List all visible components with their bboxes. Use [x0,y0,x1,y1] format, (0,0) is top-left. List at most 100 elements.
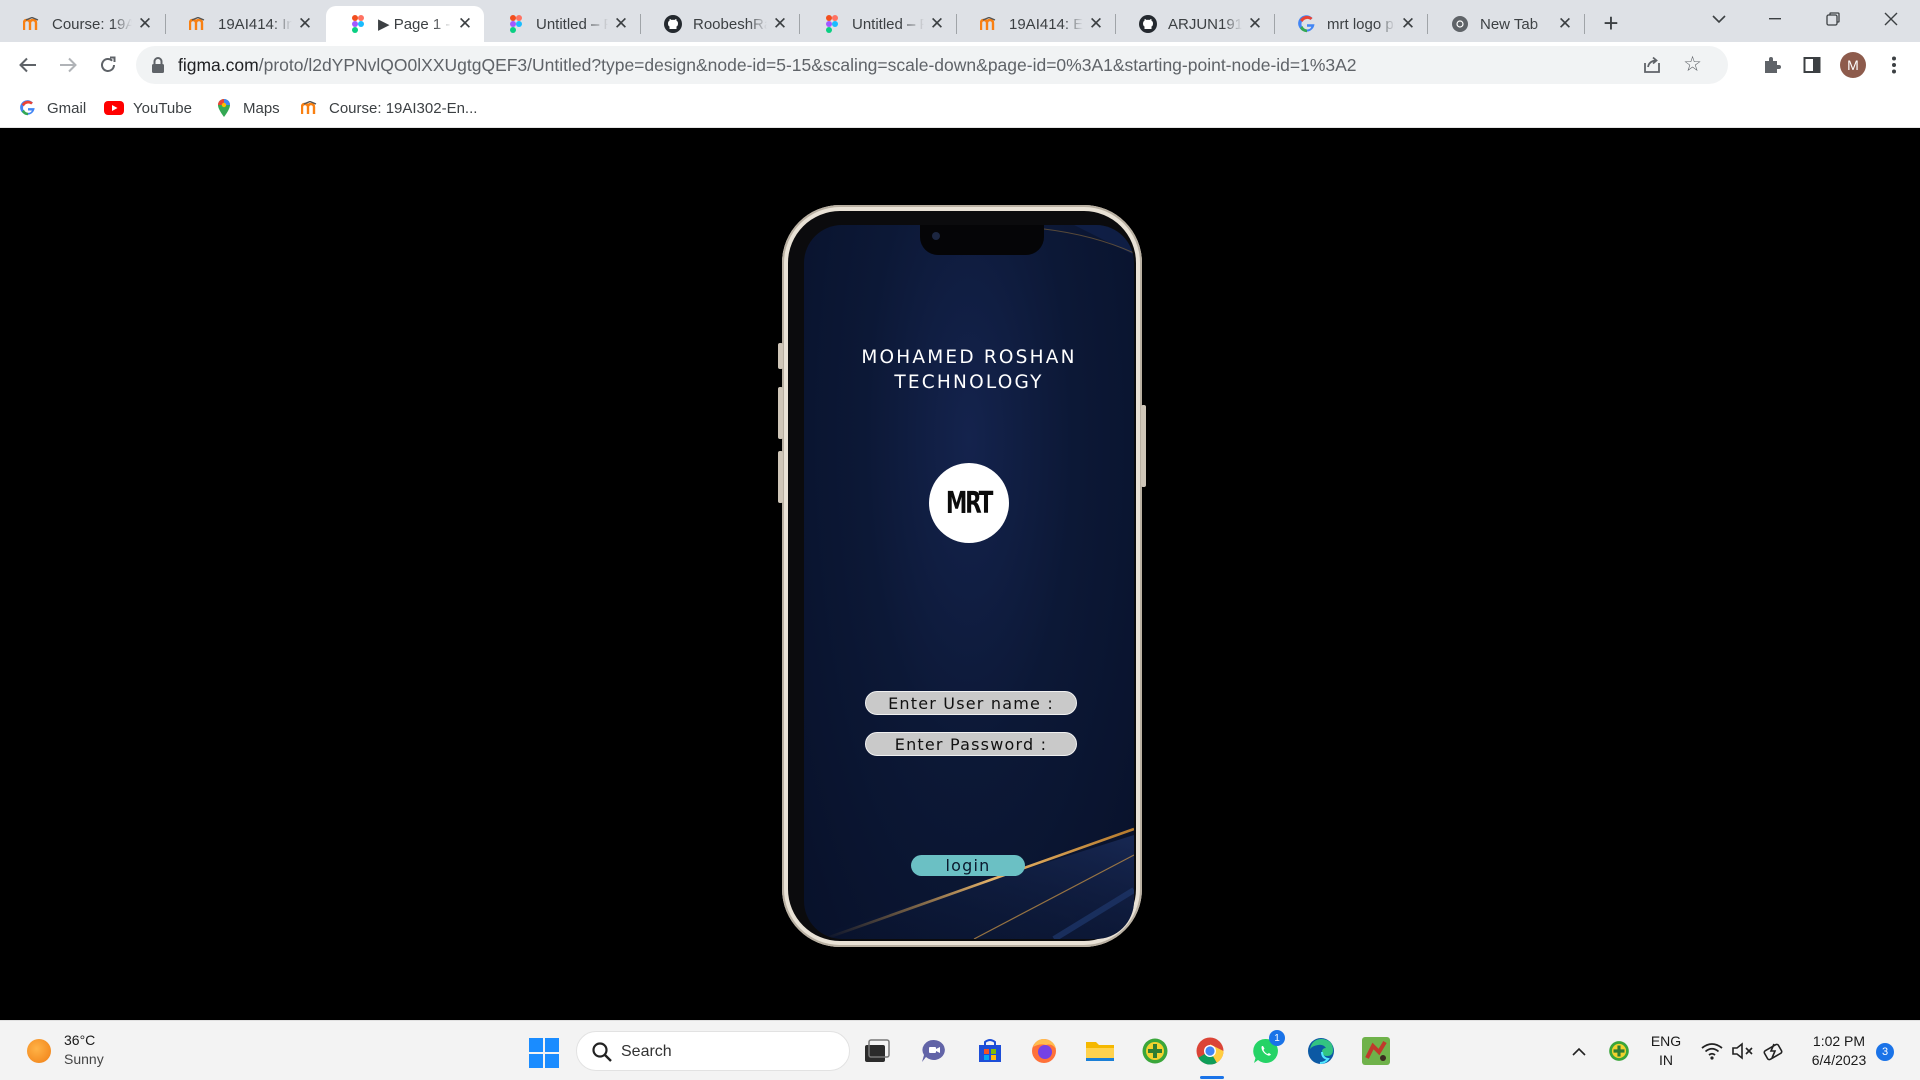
bookmark-maps[interactable]: Maps [214,96,280,120]
edge-icon[interactable] [1304,1034,1338,1068]
bookmarks-bar: Gmail YouTube Maps Course: 19AI302-En... [0,88,1920,128]
tab-strip: Course: 19AI302-English ✕ 19AI414: Intro… [0,0,1920,42]
app-green-plus-icon[interactable] [1138,1034,1172,1068]
close-icon[interactable]: ✕ [296,14,314,33]
prototype-viewport: MOHAMED ROSHAN TECHNOLOGY MRT Enter User… [0,128,1920,1020]
tab-github-roobesh[interactable]: RoobeshRajan ✕ [641,6,799,42]
phone-volume-down [778,451,783,503]
moodle-icon [188,14,208,34]
login-button[interactable]: login [911,855,1025,876]
bookmark-youtube[interactable]: YouTube [104,96,192,120]
menu-kebab-icon[interactable] [1880,51,1908,79]
bookmark-course[interactable]: Course: 19AI302-En... [300,96,477,120]
close-icon[interactable]: ✕ [1087,14,1105,33]
file-explorer-icon[interactable] [1083,1034,1117,1068]
close-icon[interactable]: ✕ [136,14,154,33]
brand-line-2: TECHNOLOGY [894,372,1044,393]
firefox-icon[interactable] [1027,1034,1061,1068]
chrome-taskbar-icon[interactable] [1193,1034,1227,1068]
clock[interactable]: 1:02 PM 6/4/2023 [1798,1032,1880,1070]
wifi-icon[interactable] [1695,1034,1729,1068]
notification-badge[interactable]: 3 [1876,1043,1894,1061]
login-screen: MOHAMED ROSHAN TECHNOLOGY MRT Enter User… [804,225,1134,939]
language-bottom: IN [1659,1052,1673,1068]
phone-bezel: MOHAMED ROSHAN TECHNOLOGY MRT Enter User… [788,211,1136,941]
share-icon[interactable] [1642,55,1662,75]
chrome-icon [1450,14,1470,34]
close-icon[interactable]: ✕ [1246,14,1264,33]
bookmark-star-icon[interactable]: ☆ [1683,52,1702,77]
reload-button[interactable] [92,49,124,81]
search-icon [592,1042,612,1062]
url-domain: figma.com [178,55,259,75]
volume-muted-icon[interactable] [1726,1034,1760,1068]
bookmark-gmail[interactable]: Gmail [18,96,86,120]
tab-google-mrt-logo[interactable]: mrt logo png ✕ [1275,6,1427,42]
address-bar[interactable]: figma.com/proto/l2dYPNvlQO0lXXUgtgQEF3/U… [136,46,1728,84]
sun-icon [27,1039,51,1063]
phone-frame: MOHAMED ROSHAN TECHNOLOGY MRT Enter User… [778,205,1146,947]
gold-streaks-decoration [804,225,1134,939]
tab-new-tab[interactable]: New Tab ✕ [1428,6,1584,42]
weather-condition: Sunny [64,1051,104,1067]
password-field[interactable]: Enter Password : [865,732,1077,756]
youtube-icon [104,98,124,118]
lock-icon[interactable] [150,56,166,74]
tab-github-arjun[interactable]: ARJUN19124 ✕ [1116,6,1274,42]
tray-app-icon[interactable] [1602,1034,1636,1068]
taskbar-search[interactable]: Search [576,1031,850,1071]
tab-title: Untitled – Figma [852,15,924,33]
windows-start-icon[interactable] [529,1038,559,1068]
close-icon[interactable]: ✕ [612,14,630,33]
bookmark-label: YouTube [133,99,192,117]
url-text[interactable]: figma.com/proto/l2dYPNvlQO0lXXUgtgQEF3/U… [178,55,1357,76]
profile-avatar[interactable]: M [1840,52,1866,78]
teams-chat-icon[interactable] [917,1034,951,1068]
tab-course-19ai302[interactable]: Course: 19AI302-English ✕ [0,6,164,42]
side-panel-icon[interactable] [1798,51,1826,79]
minimize-button[interactable] [1748,0,1802,38]
figma-icon [822,14,842,34]
active-app-indicator [1200,1076,1224,1079]
browser-toolbar: figma.com/proto/l2dYPNvlQO0lXXUgtgQEF3/U… [0,42,1920,88]
google-icon [18,98,38,118]
close-icon[interactable]: ✕ [928,14,946,33]
google-icon [1297,14,1317,34]
extensions-icon[interactable] [1758,51,1786,79]
tab-title: 19AI414: Introduction [218,15,292,33]
close-window-button[interactable] [1864,0,1918,38]
phone-mute-switch [778,343,783,369]
tab-untitled-figma-2[interactable]: Untitled – Figma ✕ [800,6,956,42]
tab-untitled-figma-1[interactable]: Untitled – Figma ✕ [484,6,640,42]
game-app-icon[interactable] [1359,1034,1393,1068]
battery-charging-icon[interactable] [1757,1034,1791,1068]
tab-search-button[interactable] [1692,0,1746,38]
close-icon[interactable]: ✕ [1556,14,1574,33]
moodle-icon [300,98,320,118]
phone-volume-up [778,387,783,439]
tab-title: ARJUN19124 [1168,15,1242,33]
new-tab-button[interactable]: + [1596,8,1626,38]
bookmark-label: Maps [243,99,280,117]
phone-power-button [1141,405,1146,487]
tab-figma-page1[interactable]: ▶ Page 1 - Figma ✕ [326,6,484,42]
close-icon[interactable]: ✕ [1399,14,1417,33]
forward-button[interactable] [52,49,84,81]
mrt-logo: MRT [929,463,1009,543]
logo-text: MRT [946,485,994,521]
language-indicator[interactable]: ENG IN [1648,1032,1684,1070]
task-view-icon[interactable] [860,1034,894,1068]
tab-title: ▶ Page 1 - Figma [378,16,452,33]
close-icon[interactable]: ✕ [771,14,789,33]
clock-date: 6/4/2023 [1811,1052,1867,1068]
close-icon[interactable]: ✕ [456,14,474,33]
restore-button[interactable] [1806,0,1860,38]
microsoft-store-icon[interactable] [973,1034,1007,1068]
tab-title: Untitled – Figma [536,15,608,33]
tab-19ai414-exercise[interactable]: 19AI414: Exercise ✕ [957,6,1115,42]
show-hidden-icons-chevron[interactable] [1562,1034,1596,1068]
search-label: Search [621,1043,672,1060]
tab-19ai414-intro[interactable]: 19AI414: Introduction ✕ [166,6,324,42]
username-field[interactable]: Enter User name : [865,691,1077,715]
back-button[interactable] [12,49,44,81]
